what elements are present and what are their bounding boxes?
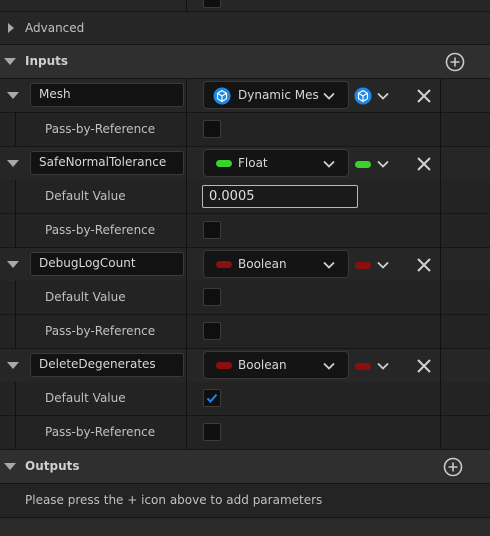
partial-checkbox[interactable]	[203, 0, 221, 8]
collapse-arrow-icon[interactable]	[4, 58, 16, 65]
param-type-dropdown[interactable]: Boolean	[203, 250, 349, 278]
chevron-down-icon[interactable]	[377, 160, 389, 168]
collapse-arrow-icon[interactable]	[7, 160, 19, 167]
param-type-dropdown[interactable]: Float	[203, 149, 349, 177]
param-type-label: Boolean	[238, 257, 287, 271]
outputs-hint-row: Please press the + icon above to add par…	[0, 484, 490, 518]
chevron-down-icon[interactable]	[323, 362, 335, 370]
advanced-label: Advanced	[25, 21, 85, 35]
property-label: Pass-by-Reference	[45, 425, 156, 439]
container-type-dropdown[interactable]	[353, 254, 393, 276]
container-type-dropdown[interactable]	[353, 355, 393, 377]
collapse-arrow-icon[interactable]	[7, 92, 19, 99]
param-property-row: Pass-by-Reference	[0, 113, 490, 147]
pass-by-reference-checkbox[interactable]	[203, 322, 221, 340]
container-type-dropdown[interactable]	[353, 85, 393, 107]
property-label: Pass-by-Reference	[45, 324, 156, 338]
property-label: Pass-by-Reference	[45, 122, 156, 136]
top-partial-row	[0, 0, 490, 12]
chevron-down-icon[interactable]	[377, 362, 389, 370]
float-pill-icon	[216, 160, 232, 167]
single-value-pill-icon	[355, 161, 371, 168]
pass-by-reference-checkbox[interactable]	[203, 221, 221, 239]
expand-arrow-icon[interactable]	[8, 23, 14, 33]
default-value-checkbox[interactable]	[203, 288, 221, 306]
remove-param-close-icon[interactable]	[416, 156, 432, 172]
param-name-input[interactable]: DeleteDegenerates	[30, 353, 184, 377]
param-name-input[interactable]: SafeNormalTolerance	[30, 151, 184, 175]
checkmark-icon	[206, 393, 218, 403]
dynamic-mesh-icon	[213, 87, 231, 105]
collapse-arrow-icon[interactable]	[7, 362, 19, 369]
remove-param-close-icon[interactable]	[416, 358, 432, 374]
param-type-label: Dynamic Mes	[238, 88, 319, 102]
chevron-down-icon[interactable]	[323, 261, 335, 269]
add-input-plus-icon[interactable]	[445, 52, 465, 72]
param-type-dropdown[interactable]: Boolean	[203, 351, 349, 379]
advanced-section-header[interactable]: Advanced	[0, 12, 490, 45]
remove-param-close-icon[interactable]	[416, 257, 432, 273]
chevron-down-icon[interactable]	[377, 261, 389, 269]
chevron-down-icon[interactable]	[323, 160, 335, 168]
inputs-label: Inputs	[25, 54, 69, 68]
param-property-row: Pass-by-Reference	[0, 315, 490, 349]
bottom-empty-area	[0, 518, 490, 536]
param-property-row: Pass-by-Reference	[0, 416, 490, 450]
inputs-section-header[interactable]: Inputs	[0, 45, 490, 79]
default-value-checkbox[interactable]	[203, 389, 221, 407]
single-value-pill-icon	[355, 363, 371, 370]
default-value-input[interactable]: 0.0005	[202, 185, 358, 208]
pass-by-reference-checkbox[interactable]	[203, 120, 221, 138]
single-value-pill-icon	[355, 262, 371, 269]
input-param-row: SafeNormalTolerance Float	[0, 147, 490, 181]
add-output-plus-icon[interactable]	[443, 457, 463, 477]
param-property-row: Pass-by-Reference	[0, 214, 490, 248]
collapse-arrow-icon[interactable]	[4, 463, 16, 470]
property-label: Pass-by-Reference	[45, 223, 156, 237]
remove-param-close-icon[interactable]	[416, 88, 432, 104]
param-name-input[interactable]: DebugLogCount	[30, 252, 184, 276]
param-type-label: Boolean	[238, 358, 287, 372]
chevron-down-icon[interactable]	[377, 92, 389, 100]
property-label: Default Value	[45, 189, 126, 203]
param-property-row: Default Value 0.0005	[0, 180, 490, 214]
property-label: Default Value	[45, 391, 126, 405]
property-label: Default Value	[45, 290, 126, 304]
collapse-arrow-icon[interactable]	[7, 261, 19, 268]
dynamic-mesh-icon	[354, 87, 372, 105]
param-name-input[interactable]: Mesh	[30, 83, 184, 107]
outputs-label: Outputs	[25, 459, 80, 473]
chevron-down-icon[interactable]	[323, 92, 335, 100]
param-property-row: Default Value	[0, 281, 490, 315]
pass-by-reference-checkbox[interactable]	[203, 423, 221, 441]
outputs-hint-text: Please press the + icon above to add par…	[25, 493, 323, 507]
outputs-section-header[interactable]: Outputs	[0, 450, 490, 484]
boolean-pill-icon	[216, 261, 232, 268]
input-param-row: Mesh Dynamic Mes	[0, 79, 490, 113]
param-type-dropdown[interactable]: Dynamic Mes	[203, 81, 349, 109]
input-param-row: DeleteDegenerates Boolean	[0, 349, 490, 383]
container-type-dropdown[interactable]	[353, 153, 393, 175]
param-type-label: Float	[238, 156, 268, 170]
input-param-row: DebugLogCount Boolean	[0, 248, 490, 282]
param-property-row: Default Value	[0, 382, 490, 416]
boolean-pill-icon	[216, 362, 232, 369]
